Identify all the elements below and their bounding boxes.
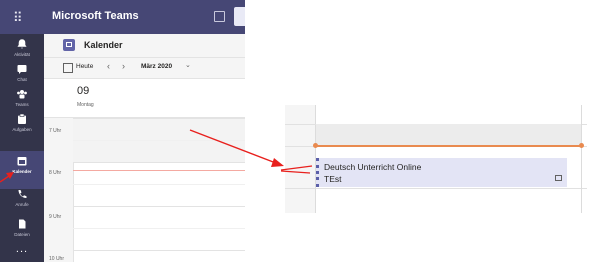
half-hour-line [73,140,245,141]
apps-grid-icon[interactable]: ⠿ [13,10,23,26]
rail-label: Kalender [12,169,32,174]
rail-label: Aufgaben [12,127,32,132]
column-divider [581,105,582,213]
rail-label: Chat [17,77,27,82]
files-icon [19,219,26,229]
more-apps-button[interactable]: ... [0,243,44,255]
prev-button[interactable]: ‹ [107,61,110,71]
next-button[interactable]: › [122,61,125,71]
time-label: 8 Uhr [49,170,62,176]
rail-label: Aktivität [14,52,30,57]
event-subtitle: TEst [324,174,342,184]
today-icon [63,63,73,73]
teams-window: ⠿ Microsoft Teams Aktivität Chat Teams A… [0,0,245,262]
event-title: Deutsch Unterricht Online [324,162,422,172]
time-column: 7 Uhr 8 Uhr 9 Uhr 10 Uhr [44,118,74,262]
half-hour-line [73,228,245,229]
rail-label: Anrufe [15,202,29,207]
today-button[interactable]: Heute [76,63,93,70]
chat-icon [17,65,27,74]
hour-line [73,118,245,119]
half-hour-line [73,184,245,185]
past-time-shade [316,124,582,146]
current-time-dot [579,143,584,148]
day-number: 09 [77,85,90,97]
app-name: Microsoft Teams [52,10,139,22]
hour-line [285,188,587,189]
time-column [285,105,316,213]
rail-item-assignments[interactable]: Aufgaben [0,109,44,147]
zoomed-calendar-snippet: Deutsch Unterricht Online TEst [285,105,587,213]
title-bar: ⠿ Microsoft Teams [0,0,245,34]
hour-line [73,206,245,207]
assignments-icon [18,113,26,124]
current-time-line [315,145,582,147]
chevron-down-icon[interactable]: ⌄ [185,61,191,69]
bell-icon [17,39,27,49]
calendar-icon [17,157,27,166]
phone-icon [18,190,27,198]
time-label: 9 Uhr [49,214,62,220]
app-rail: Aktivität Chat Teams Aufgaben Kalender A… [0,34,44,262]
hour-line [73,250,245,251]
current-time-dot [313,143,318,148]
month-picker[interactable]: März 2020 [141,63,172,70]
current-time-line [73,170,245,171]
hour-line [73,162,245,163]
time-label: 7 Uhr [49,128,62,134]
rail-label: Dateien [14,232,30,237]
calendar-header: Kalender [44,34,245,58]
compose-icon[interactable] [214,11,225,22]
day-name: Montag [77,102,94,108]
rail-label: Teams [15,102,29,107]
meeting-icon [555,175,562,181]
search-input[interactable] [234,7,245,26]
teams-icon [17,90,27,99]
day-grid[interactable]: 7 Uhr 8 Uhr 9 Uhr 10 Uhr [44,118,245,262]
page-title: Kalender [84,40,123,50]
calendar-icon [63,39,75,51]
time-label: 10 Uhr [49,256,65,262]
day-header: 09 Montag [44,79,245,118]
calendar-event[interactable]: Deutsch Unterricht Online TEst [316,158,567,187]
calendar-toolbar: Heute ‹ › März 2020 ⌄ [44,58,245,79]
